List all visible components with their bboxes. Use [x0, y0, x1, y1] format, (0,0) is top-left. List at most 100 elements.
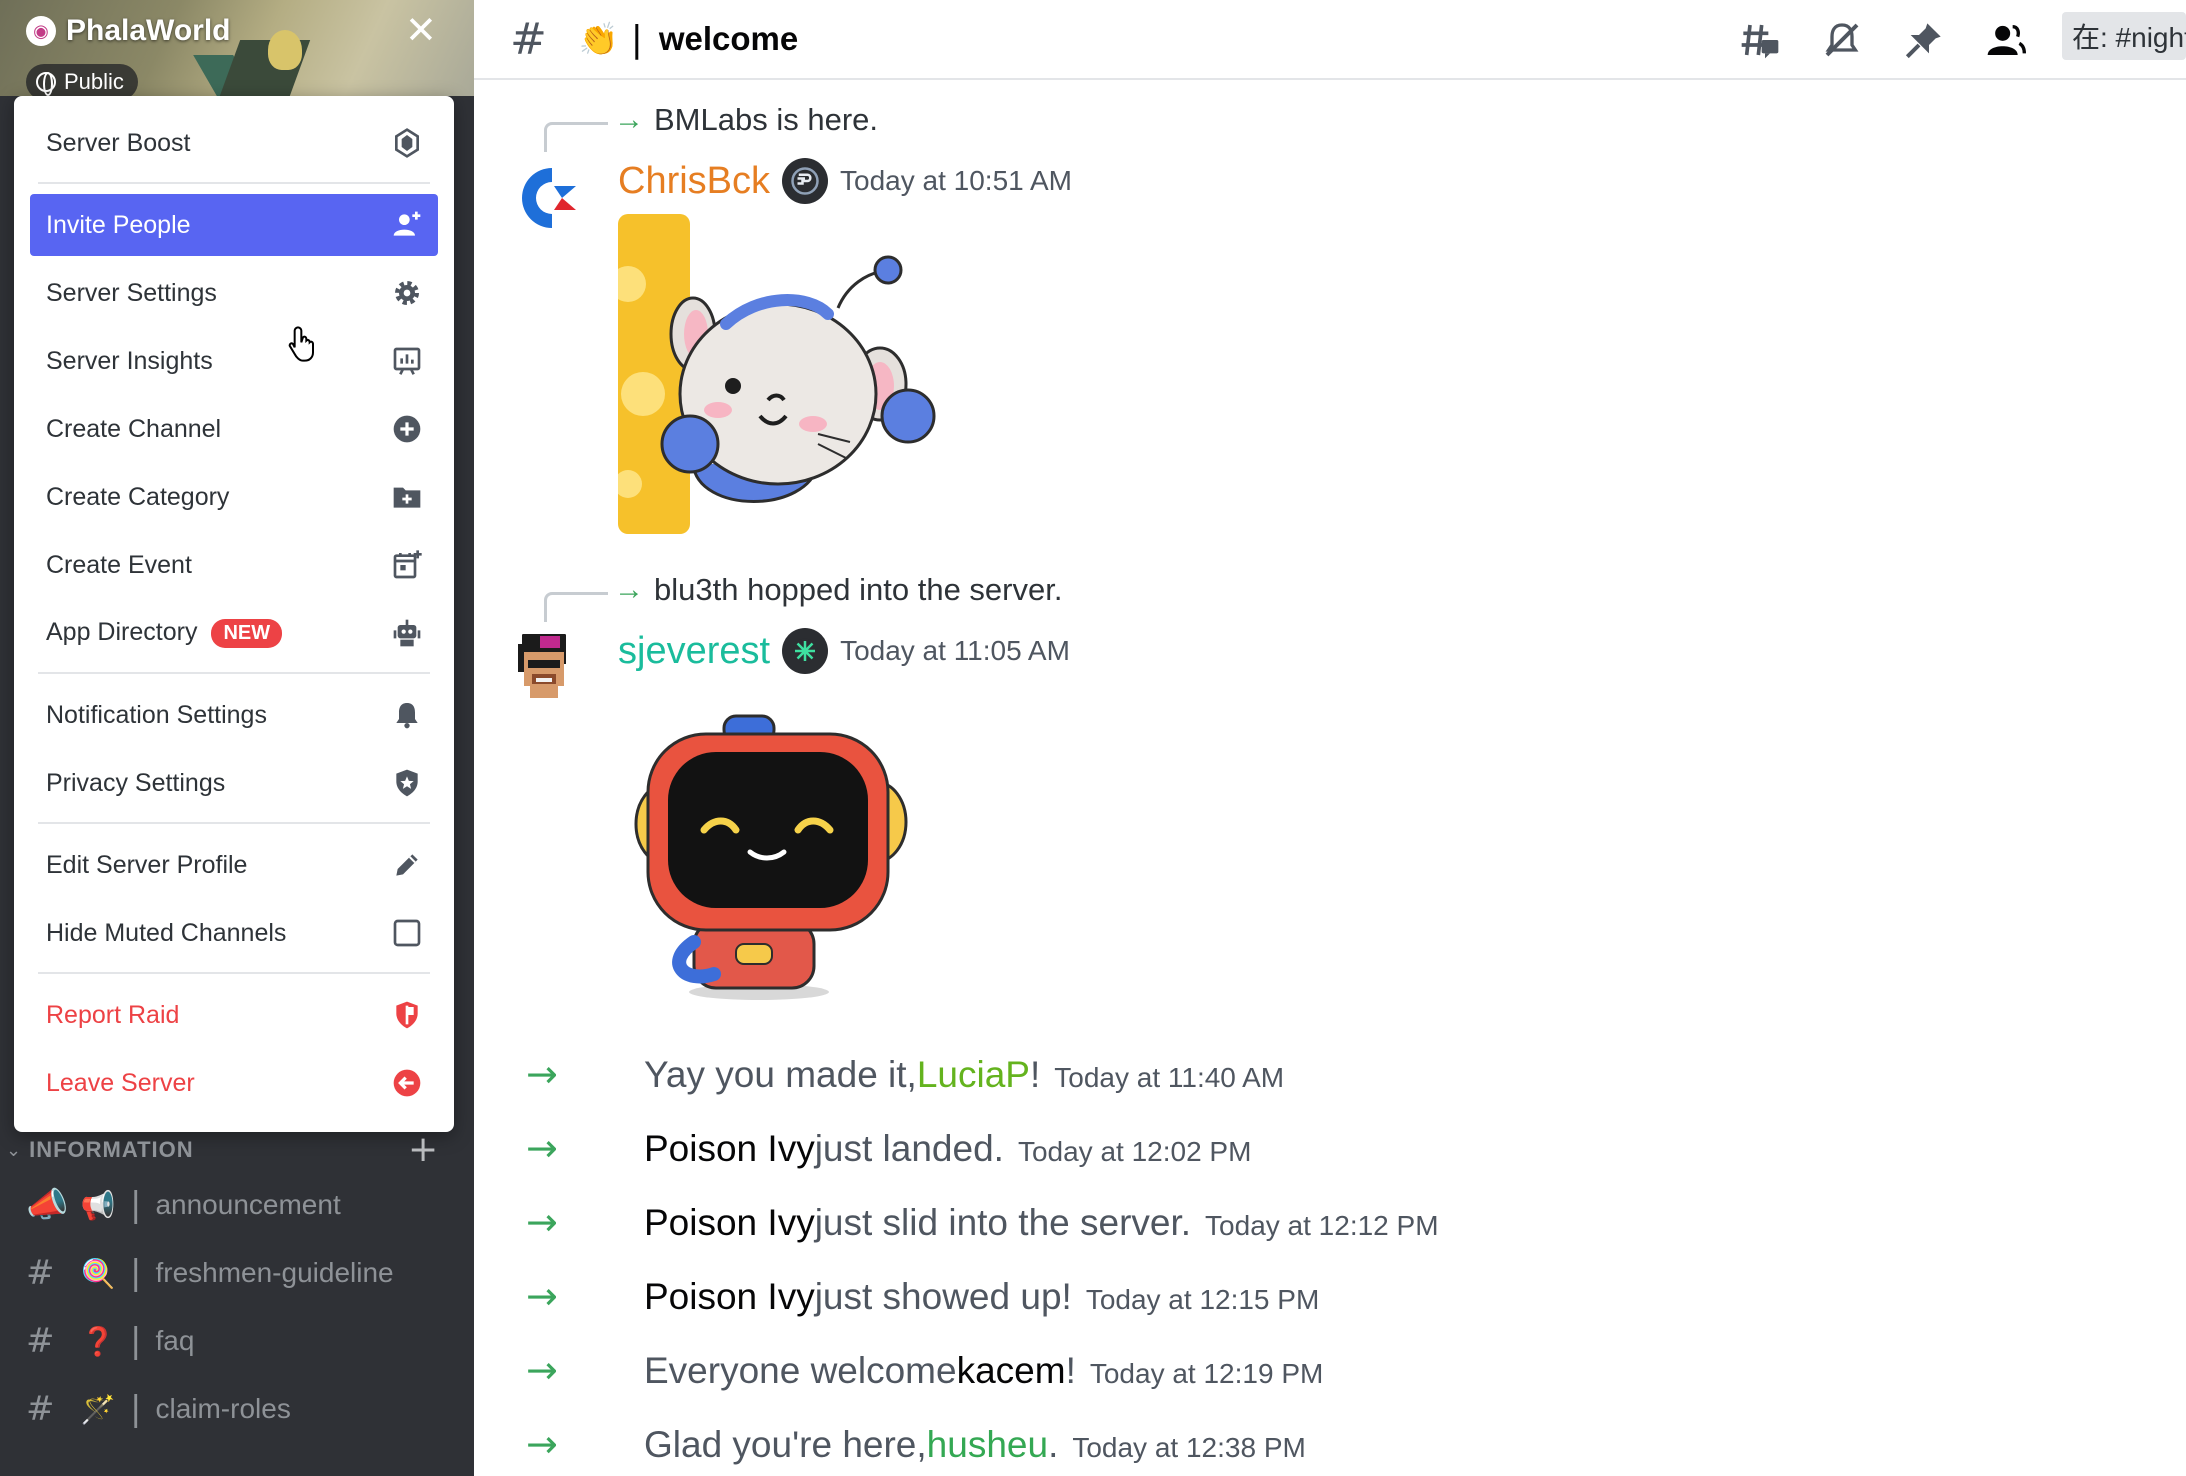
join-arrow-icon: →	[526, 1200, 558, 1244]
menu-item-server-boost[interactable]: Server Boost	[30, 112, 438, 174]
member-name[interactable]: Poison Ivy	[644, 1276, 815, 1318]
menu-item-hide-muted-channels[interactable]: Hide Muted Channels	[30, 902, 438, 964]
channel-name: claim-roles	[155, 1393, 291, 1424]
server-sidebar: ◉ PhalaWorld ✕ Public Server Boost Invit…	[0, 0, 474, 1476]
join-arrow-icon: →	[614, 573, 644, 606]
plus-circle-icon	[390, 412, 424, 446]
robot-icon	[390, 616, 424, 650]
channel-title: welcome	[658, 20, 799, 57]
server-banner: ◉ PhalaWorld ✕ Public	[0, 0, 474, 100]
reply-connector	[544, 592, 608, 622]
visibility-label: Public	[64, 69, 124, 94]
message-header: ChrisBck Today at 10:51 AM	[618, 158, 1072, 204]
pin-icon[interactable]	[1902, 18, 1946, 62]
timestamp: Today at 12:19 PM	[1089, 1358, 1324, 1389]
gear-icon	[390, 276, 424, 310]
globe-icon	[36, 72, 56, 96]
welcome-message: → Everyone welcome kacem ! Today at 12:1…	[526, 1348, 1324, 1392]
menu-item-invite-people[interactable]: Invite People	[30, 194, 438, 256]
menu-item-report-raid[interactable]: Report Raid	[30, 984, 438, 1046]
join-arrow-icon: →	[526, 1052, 558, 1096]
menu-item-notification-settings[interactable]: Notification Settings	[30, 684, 438, 746]
leave-arrow-icon	[390, 1066, 424, 1100]
join-arrow-icon: →	[614, 103, 644, 136]
member-name[interactable]: LuciaP	[917, 1054, 1030, 1096]
server-name: PhalaWorld	[66, 14, 231, 47]
system-text: BMLabs is here.	[654, 102, 878, 137]
channel-name: announcement	[155, 1189, 341, 1220]
menu-item-create-event[interactable]: Create Event	[30, 534, 438, 596]
system-message: → BMLabs is here.	[614, 102, 878, 138]
join-arrow-icon: →	[526, 1274, 558, 1318]
notification-muted-icon[interactable]	[1820, 18, 1864, 62]
search-input[interactable]: 在: #night	[2062, 12, 2186, 60]
join-arrow-icon: →	[526, 1126, 558, 1170]
menu-item-edit-server-profile[interactable]: Edit Server Profile	[30, 834, 438, 896]
welcome-message: → Poison Ivy just slid into the server. …	[526, 1200, 1439, 1244]
channel-faq[interactable]: # ❓ | faq	[26, 1312, 466, 1370]
menu-item-label: App Directory	[46, 618, 198, 647]
channel-name: freshmen-guideline	[155, 1257, 394, 1288]
threads-icon[interactable]	[1738, 18, 1782, 62]
text-channel-locked-icon: #	[26, 1389, 55, 1429]
member-list-icon[interactable]	[1984, 18, 2028, 62]
shield-star-icon	[390, 766, 424, 800]
system-message: → blu3th hopped into the server.	[614, 572, 1062, 608]
menu-item-server-insights[interactable]: Server Insights	[30, 330, 438, 392]
welcome-message: → Poison Ivy just showed up! Today at 12…	[526, 1274, 1320, 1318]
bell-icon	[390, 698, 424, 732]
channel-header: # 👏 | welcome 在: #night	[474, 0, 2186, 80]
new-badge: NEW	[211, 618, 283, 648]
close-icon[interactable]: ✕	[405, 10, 437, 50]
timestamp: Today at 12:15 PM	[1085, 1284, 1320, 1315]
calendar-plus-icon	[390, 548, 424, 582]
add-user-icon	[390, 208, 424, 242]
server-header[interactable]: ◉ PhalaWorld	[26, 14, 230, 48]
folder-plus-icon	[390, 480, 424, 514]
timestamp: Today at 11:40 AM	[1054, 1062, 1285, 1093]
system-text: blu3th hopped into the server.	[654, 572, 1063, 607]
member-name[interactable]: Poison Ivy	[644, 1202, 815, 1244]
menu-item-create-channel[interactable]: Create Channel	[30, 398, 438, 460]
server-logo-icon: ◉	[26, 16, 56, 46]
menu-item-leave-server[interactable]: Leave Server	[30, 1052, 438, 1114]
channel-freshmen-guideline[interactable]: # 🍭 | freshmen-guideline	[26, 1244, 466, 1302]
header-toolbar	[1738, 0, 2028, 80]
checkbox-icon[interactable]	[390, 916, 424, 950]
member-name[interactable]: kacem	[957, 1350, 1066, 1392]
timestamp: Today at 12:38 PM	[1072, 1432, 1306, 1463]
text-channel-icon: #	[510, 13, 547, 65]
mouse-sticker-image	[610, 214, 958, 534]
announcement-channel-icon: 📣	[26, 1185, 69, 1225]
welcome-message: → Yay you made it, LuciaP ! Today at 11:…	[526, 1052, 1285, 1096]
menu-item-server-settings[interactable]: Server Settings	[30, 262, 438, 324]
author-name[interactable]: ChrisBck	[618, 160, 770, 203]
welcome-message: → Glad you're here, husheu . Today at 12…	[526, 1422, 1306, 1466]
pencil-icon	[390, 848, 424, 882]
clap-emoji: 👏	[578, 20, 619, 58]
channel-announcement[interactable]: 📣 📢 | announcement	[26, 1176, 466, 1234]
public-badge: Public	[26, 64, 138, 100]
text-channel-locked-icon: #	[26, 1253, 55, 1293]
join-arrow-icon: →	[526, 1348, 558, 1392]
avatar[interactable]	[504, 628, 584, 708]
timestamp: Today at 12:02 PM	[1017, 1136, 1252, 1167]
timestamp: Today at 11:05 AM	[840, 635, 1070, 666]
menu-item-app-directory[interactable]: App Directory NEW	[30, 602, 438, 664]
member-name[interactable]: Poison Ivy	[644, 1128, 815, 1170]
category-label: INFORMATION	[29, 1137, 194, 1162]
join-arrow-icon: →	[526, 1422, 558, 1466]
channel-name: faq	[155, 1325, 195, 1356]
menu-item-privacy-settings[interactable]: Privacy Settings	[30, 752, 438, 814]
timestamp: Today at 12:12 PM	[1205, 1210, 1439, 1241]
member-name[interactable]: husheu	[927, 1424, 1048, 1466]
role-icon	[782, 158, 829, 204]
author-name[interactable]: sjeverest	[618, 630, 770, 673]
timestamp: Today at 10:51 AM	[840, 165, 1072, 196]
chevron-down-icon: ⌄	[6, 1139, 22, 1161]
menu-item-create-category[interactable]: Create Category	[30, 466, 438, 528]
add-channel-icon[interactable]: +	[408, 1128, 438, 1172]
avatar[interactable]	[504, 158, 584, 238]
category-information[interactable]: ⌄ INFORMATION +	[0, 1128, 474, 1172]
channel-claim-roles[interactable]: # 🪄 | claim-roles	[26, 1380, 466, 1438]
